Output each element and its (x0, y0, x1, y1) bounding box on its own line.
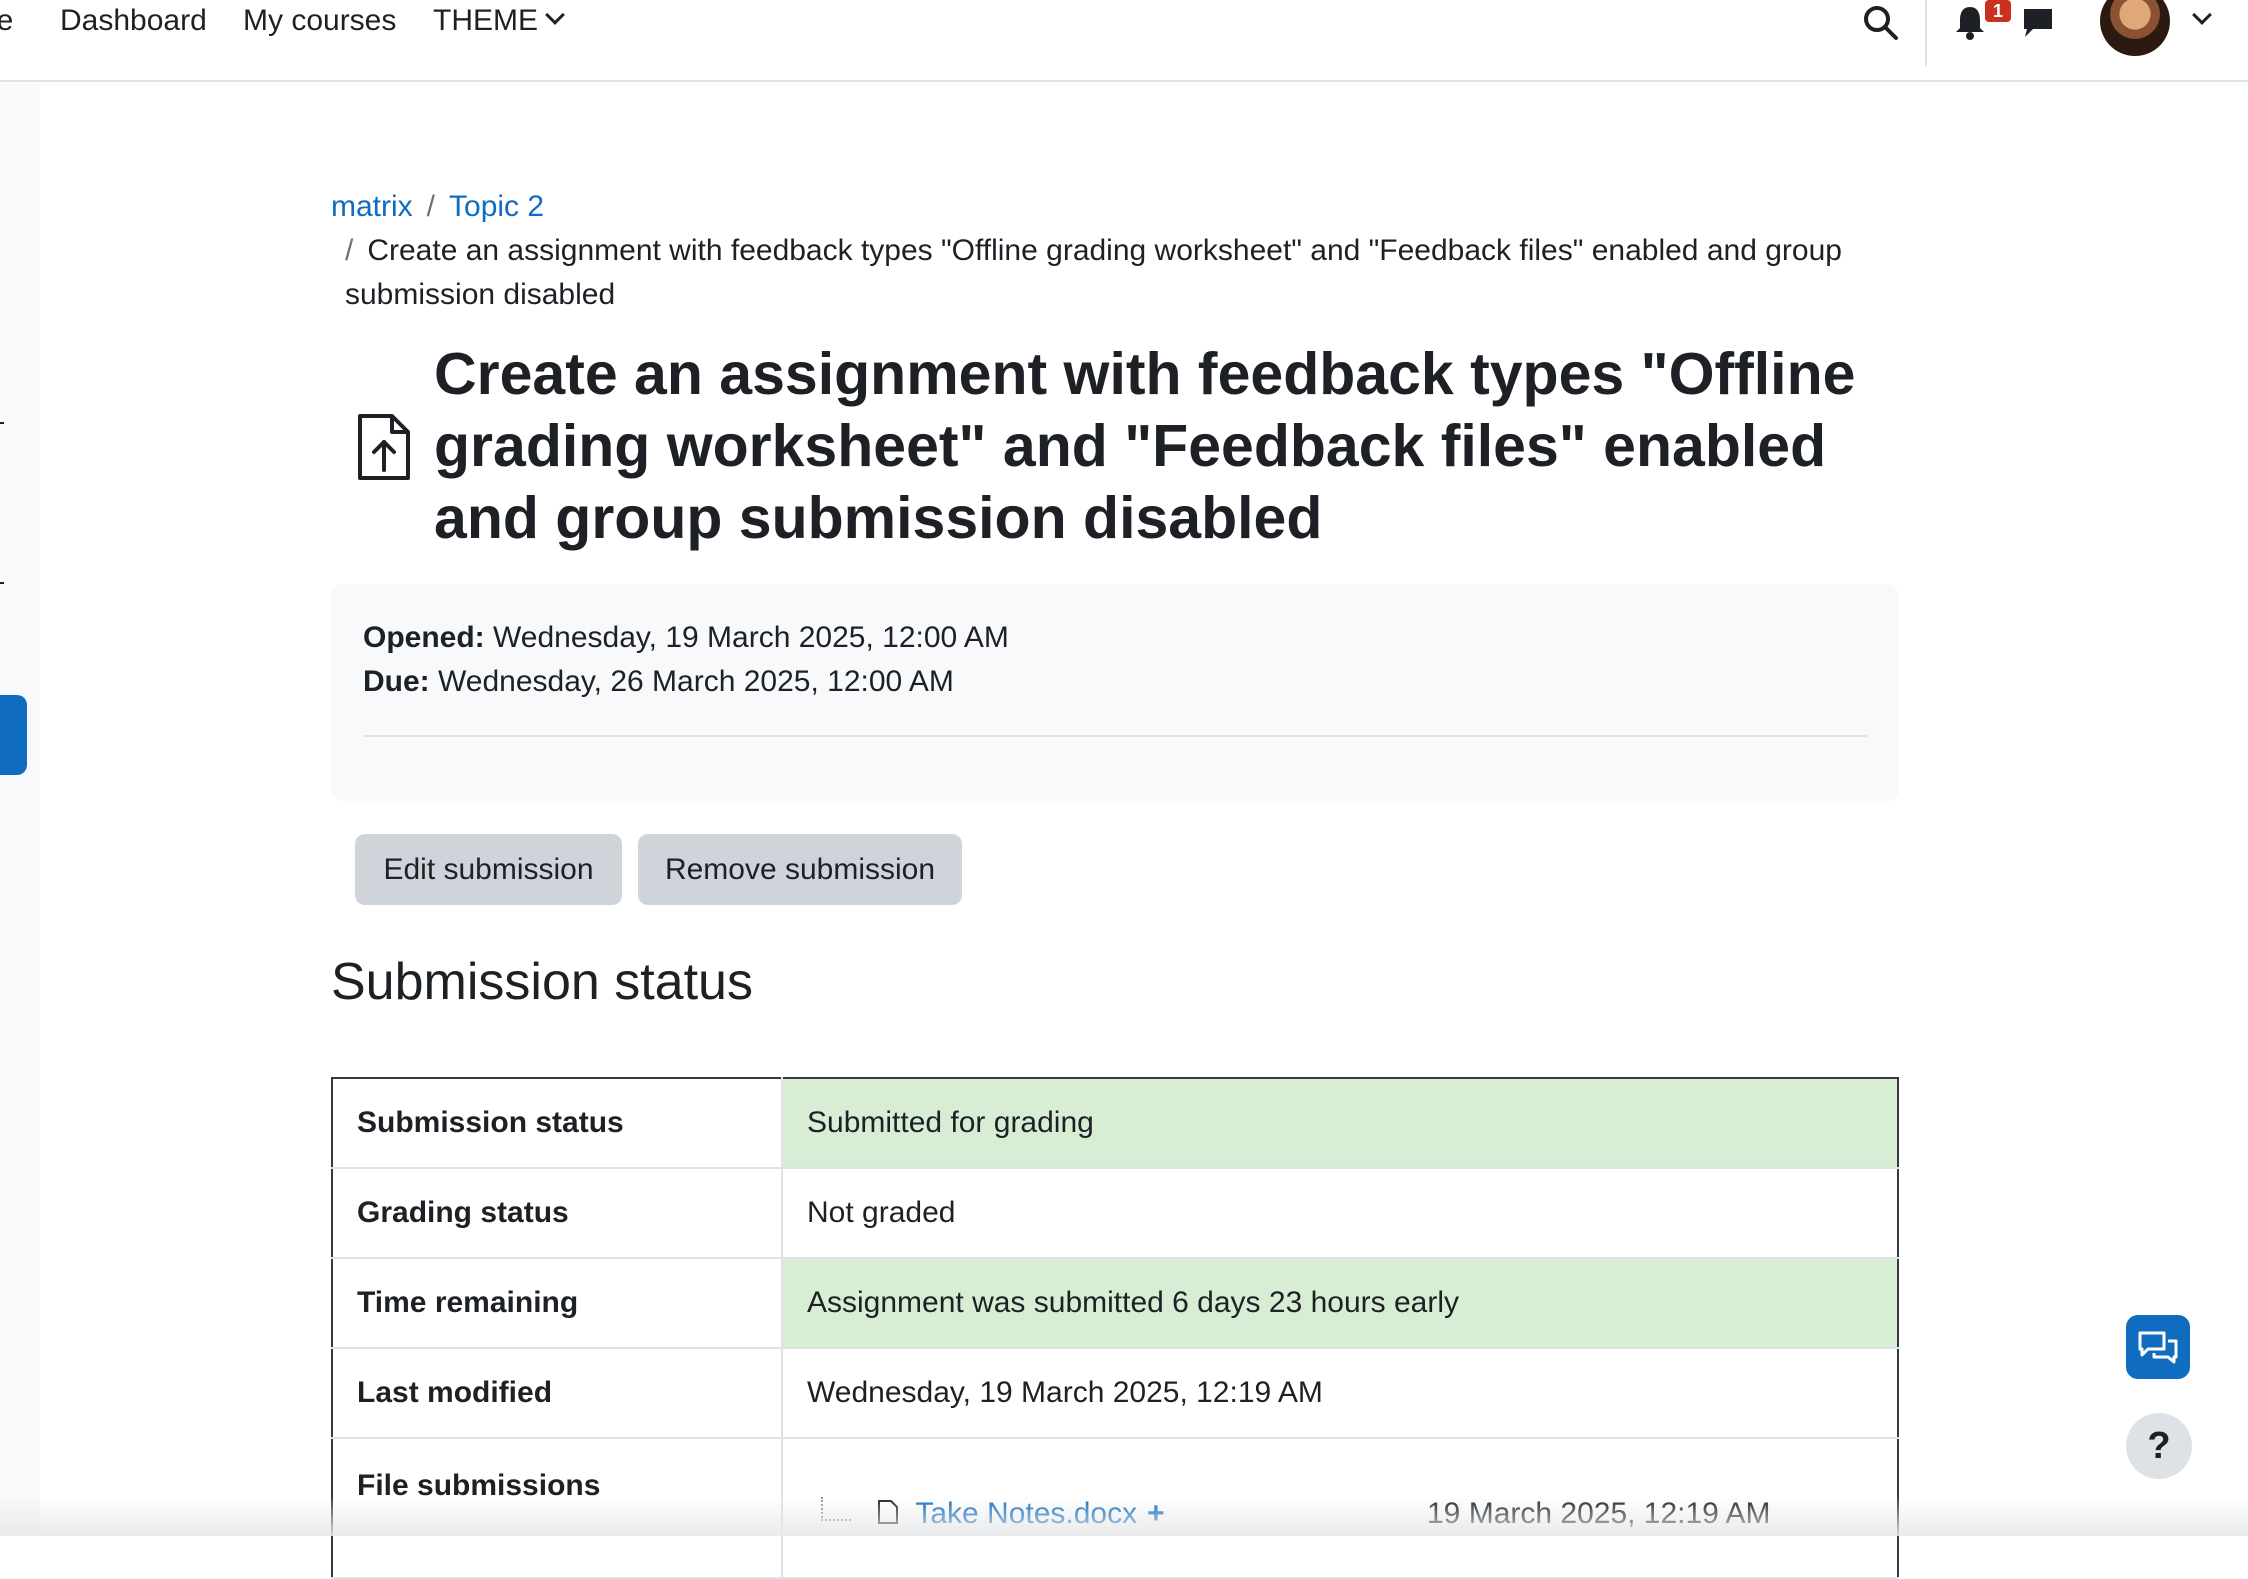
file-item: Take Notes.docx + 19 March 2025, 12:19 AM (807, 1497, 1867, 1531)
row-label: Grading status (331, 1167, 783, 1259)
table-row: Time remaining Assignment was submitted … (331, 1257, 1899, 1349)
activity-dates: Opened: Wednesday, 19 March 2025, 12:00 … (331, 584, 1899, 801)
row-label: Time remaining (331, 1257, 783, 1349)
chat-button[interactable] (2126, 1315, 2190, 1379)
message-icon[interactable] (2021, 6, 2055, 40)
nav-theme-label: THEME (433, 4, 538, 37)
row-label: File submissions (331, 1437, 783, 1579)
course-index-drawer-edge (0, 84, 40, 1536)
row-value: Submitted for grading (781, 1077, 1899, 1169)
opened-date: Opened: Wednesday, 19 March 2025, 12:00 … (363, 616, 1867, 660)
help-icon: ? (2147, 1425, 2171, 1467)
file-date: 19 March 2025, 12:19 AM (1427, 1497, 1771, 1530)
file-icon (878, 1500, 898, 1524)
breadcrumb-item-matrix[interactable]: matrix (331, 190, 413, 223)
nav-theme-menu[interactable]: THEME (433, 4, 565, 38)
nav-dashboard-link[interactable]: Dashboard (60, 4, 207, 38)
due-label: Due: (363, 665, 430, 698)
row-value: Not graded (781, 1167, 1899, 1259)
table-row: Last modified Wednesday, 19 March 2025, … (331, 1347, 1899, 1439)
edit-submission-button[interactable]: Edit submission (355, 834, 622, 905)
page-title: Create an assignment with feedback types… (434, 341, 1856, 551)
table-row: Submission status Submitted for grading (331, 1077, 1899, 1169)
row-label: Submission status (331, 1077, 783, 1169)
drawer-marker (0, 582, 4, 584)
help-button[interactable]: ? (2126, 1413, 2192, 1479)
bell-icon[interactable] (1953, 4, 1987, 40)
submission-status-table: Submission status Submitted for grading … (331, 1077, 1899, 1579)
drawer-toggle-button[interactable] (0, 695, 27, 775)
table-row: Grading status Not graded (331, 1167, 1899, 1259)
file-submissions-cell: Take Notes.docx + 19 March 2025, 12:19 AM (781, 1437, 1899, 1579)
file-link[interactable]: Take Notes.docx (915, 1497, 1137, 1530)
chevron-down-icon[interactable] (2192, 5, 2212, 25)
top-navbar: ne Dashboard My courses THEME 1 (0, 0, 2248, 82)
row-value: Wednesday, 19 March 2025, 12:19 AM (781, 1347, 1899, 1439)
submission-status-heading: Submission status (331, 953, 753, 1011)
tree-connector-icon (821, 1497, 851, 1521)
assignment-upload-icon (358, 414, 410, 480)
avatar[interactable] (2100, 0, 2170, 56)
drawer-marker (0, 422, 4, 424)
notification-count-badge: 1 (1985, 0, 2011, 22)
nav-home-link[interactable]: ne (0, 4, 13, 38)
breadcrumb-item-topic[interactable]: Topic 2 (449, 190, 544, 223)
opened-label: Opened: (363, 621, 485, 654)
navbar-divider (1925, 0, 1927, 66)
chevron-down-icon (545, 5, 565, 25)
chat-icon (2138, 1331, 2178, 1364)
row-value: Assignment was submitted 6 days 23 hours… (781, 1257, 1899, 1349)
search-icon[interactable] (1862, 4, 1900, 42)
plus-icon[interactable]: + (1147, 1497, 1165, 1530)
dates-divider (363, 735, 1867, 737)
breadcrumb-separator: / (426, 190, 436, 223)
breadcrumb: matrix / Topic 2 /Create an assignment wit… (331, 185, 1861, 317)
breadcrumb-current-label: Create an assignment with feedback types… (345, 234, 1842, 311)
remove-submission-button[interactable]: Remove submission (638, 834, 962, 905)
due-date: Due: Wednesday, 26 March 2025, 12:00 AM (363, 660, 1867, 704)
breadcrumb-separator: / (345, 234, 354, 267)
nav-my-courses-link[interactable]: My courses (243, 4, 396, 38)
row-label: Last modified (331, 1347, 783, 1439)
due-value: Wednesday, 26 March 2025, 12:00 AM (438, 665, 954, 698)
opened-value: Wednesday, 19 March 2025, 12:00 AM (493, 621, 1009, 654)
breadcrumb-current: / Create an assignment with feedback type… (331, 229, 1861, 317)
table-row: File submissions Take Notes.docx + 19 Mar… (331, 1437, 1899, 1579)
